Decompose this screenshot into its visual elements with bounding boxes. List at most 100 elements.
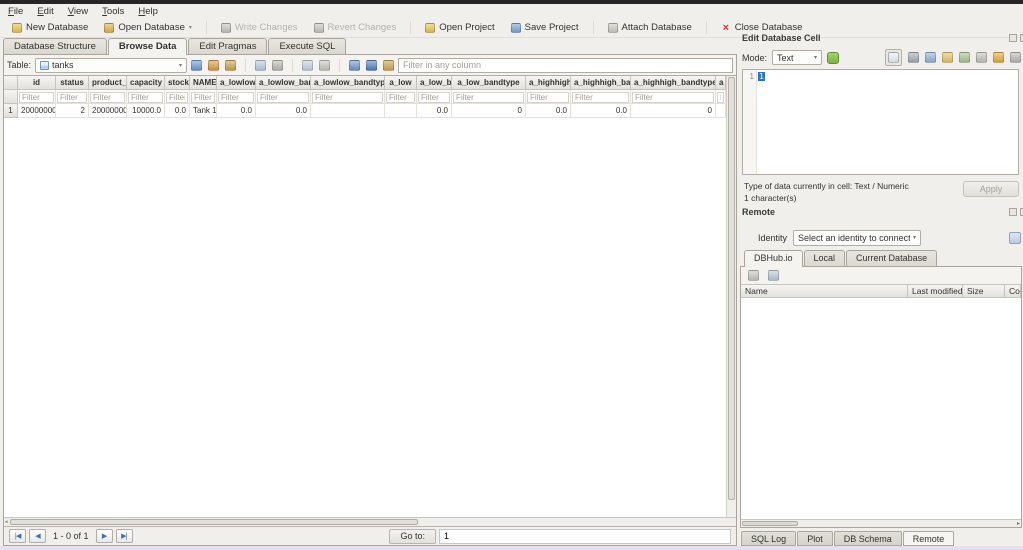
- filter-input-capacity[interactable]: [128, 92, 163, 103]
- column-header-a-highhigh-band[interactable]: a_highhigh_band: [571, 76, 631, 90]
- column-header-a-lowlow-band[interactable]: a_lowlow_band: [256, 76, 311, 90]
- column-header-id[interactable]: id: [18, 76, 56, 90]
- filter-input-a-highhigh-band[interactable]: [572, 92, 629, 103]
- undock-icon[interactable]: [1009, 208, 1017, 216]
- save-filter-icon[interactable]: [225, 59, 237, 71]
- filter-input-name[interactable]: [191, 92, 215, 103]
- apply-button[interactable]: Apply: [963, 181, 1019, 197]
- data-cell[interactable]: 0.0: [256, 104, 311, 118]
- clone-database-icon[interactable]: [1009, 231, 1021, 244]
- export-cell-icon[interactable]: [976, 52, 987, 63]
- data-cell[interactable]: [311, 104, 385, 118]
- tab-execute-sql[interactable]: Execute SQL: [268, 38, 347, 54]
- menu-help[interactable]: Help: [138, 6, 158, 17]
- data-cell[interactable]: Tank 1: [190, 104, 217, 118]
- open-project-button[interactable]: Open Project: [417, 20, 502, 35]
- column-header-a-low-bandtype[interactable]: a_low_bandtype: [452, 76, 526, 90]
- filter-any-column-input[interactable]: [398, 57, 733, 73]
- column-header-stock[interactable]: stock: [165, 76, 190, 90]
- column-header-status[interactable]: status: [56, 76, 89, 90]
- menu-view[interactable]: View: [68, 6, 88, 17]
- hscroll-right-arrow-icon[interactable]: ▸: [1017, 520, 1020, 527]
- print-records-icon[interactable]: [272, 59, 284, 71]
- tab-database-structure[interactable]: Database Structure: [3, 38, 107, 54]
- filter-input-product-id[interactable]: [90, 92, 125, 103]
- column-header-name[interactable]: NAME: [190, 76, 217, 90]
- row-number-cell[interactable]: 1: [4, 104, 18, 118]
- undock-icon[interactable]: [1009, 34, 1017, 42]
- cell-editor[interactable]: 1 1: [742, 69, 1019, 175]
- data-cell[interactable]: 0.0: [417, 104, 452, 118]
- print-cell-icon[interactable]: [1010, 52, 1021, 63]
- new-database-button[interactable]: New Database: [4, 20, 96, 35]
- filter-input-a-highhigh[interactable]: [527, 92, 569, 103]
- data-cell[interactable]: 200000002: [18, 104, 56, 118]
- goto-begin-icon[interactable]: [349, 59, 361, 71]
- remote-refresh-icon[interactable]: [748, 270, 759, 281]
- data-cell[interactable]: 2: [56, 104, 89, 118]
- remote-column-header-name[interactable]: Name: [741, 284, 908, 298]
- remote-tab-dbhub-io[interactable]: DBHub.io: [744, 250, 803, 267]
- duplicate-record-icon[interactable]: [302, 59, 314, 71]
- dock-tab-db-schema[interactable]: DB Schema: [833, 531, 902, 546]
- clear-filters-icon[interactable]: [208, 59, 220, 71]
- menu-edit[interactable]: Edit: [37, 6, 53, 17]
- grid-vertical-scrollbar[interactable]: [726, 76, 736, 517]
- column-header-a-lowlow[interactable]: a_lowlow: [217, 76, 256, 90]
- save-project-button[interactable]: Save Project: [503, 20, 587, 35]
- grid-hscroll-thumb[interactable]: [10, 519, 418, 525]
- write-changes-button[interactable]: Write Changes: [213, 20, 306, 35]
- filter-input-a-lowlow[interactable]: [218, 92, 254, 103]
- filter-input-a[interactable]: [717, 92, 724, 103]
- table-select[interactable]: tanks ▾: [35, 57, 188, 73]
- text-mode-icon[interactable]: [888, 52, 899, 63]
- first-record-button[interactable]: |◀: [9, 529, 26, 543]
- column-header-capacity[interactable]: capacity: [127, 76, 165, 90]
- remote-upload-icon[interactable]: [768, 270, 779, 281]
- remote-column-header-co[interactable]: Co: [1005, 284, 1021, 298]
- column-header-a-lowlow-bandtype[interactable]: a_lowlow_bandtype: [311, 76, 385, 90]
- open-database-button[interactable]: Open Database ▾: [96, 20, 200, 35]
- column-header-a-highhigh-bandtype[interactable]: a_highhigh_bandtype: [631, 76, 716, 90]
- attach-database-button[interactable]: Attach Database: [600, 20, 700, 35]
- import-cell-icon[interactable]: [959, 52, 970, 63]
- filter-input-a-lowlow-band[interactable]: [257, 92, 309, 103]
- tab-browse-data[interactable]: Browse Data: [107, 38, 188, 55]
- refresh-icon[interactable]: [191, 59, 203, 71]
- data-cell[interactable]: 10000.0: [127, 104, 165, 118]
- column-header-a-low-band[interactable]: a_low_band: [417, 76, 452, 90]
- save-cell-icon[interactable]: [925, 52, 936, 63]
- data-cell[interactable]: 0.0: [165, 104, 190, 118]
- remote-horizontal-scrollbar[interactable]: ▸: [741, 519, 1021, 527]
- goto-button[interactable]: Go to:: [389, 528, 436, 544]
- grid-horizontal-scrollbar[interactable]: ◂: [4, 517, 736, 526]
- remote-column-header-last-modified[interactable]: Last modified: [908, 284, 963, 298]
- remote-column-header-size[interactable]: Size: [963, 284, 1005, 298]
- remote-tab-local[interactable]: Local: [803, 250, 846, 266]
- column-header-a[interactable]: a: [716, 76, 726, 90]
- filter-input-id[interactable]: [19, 92, 54, 103]
- data-cell[interactable]: 0.0: [217, 104, 256, 118]
- filter-input-a-low-bandtype[interactable]: [453, 92, 524, 103]
- previous-record-button[interactable]: ◀: [29, 529, 46, 543]
- dock-tab-sql-log[interactable]: SQL Log: [741, 531, 797, 546]
- dock-tab-remote[interactable]: Remote: [902, 531, 955, 546]
- revert-changes-button[interactable]: Revert Changes: [306, 20, 405, 35]
- last-record-button[interactable]: ▶|: [115, 529, 133, 543]
- data-cell[interactable]: 0: [631, 104, 716, 118]
- identity-select[interactable]: Select an identity to connect ▾: [793, 229, 922, 246]
- goto-record-input[interactable]: [439, 528, 731, 544]
- data-cell[interactable]: 0.0: [571, 104, 631, 118]
- link-records-icon[interactable]: [383, 59, 395, 71]
- column-header-product-id[interactable]: product_id: [89, 76, 127, 90]
- filter-input-a-low[interactable]: [386, 92, 415, 103]
- mode-select[interactable]: Text ▾: [772, 50, 823, 65]
- filter-input-a-low-band[interactable]: [418, 92, 450, 103]
- remote-hscroll-thumb[interactable]: [742, 521, 798, 526]
- data-cell[interactable]: 0.0: [526, 104, 571, 118]
- filter-input-status[interactable]: [57, 92, 87, 103]
- new-record-icon[interactable]: [255, 59, 267, 71]
- next-record-button[interactable]: ▶: [95, 529, 113, 543]
- column-header-a-low[interactable]: a_low: [385, 76, 417, 90]
- tab-edit-pragmas[interactable]: Edit Pragmas: [188, 38, 268, 54]
